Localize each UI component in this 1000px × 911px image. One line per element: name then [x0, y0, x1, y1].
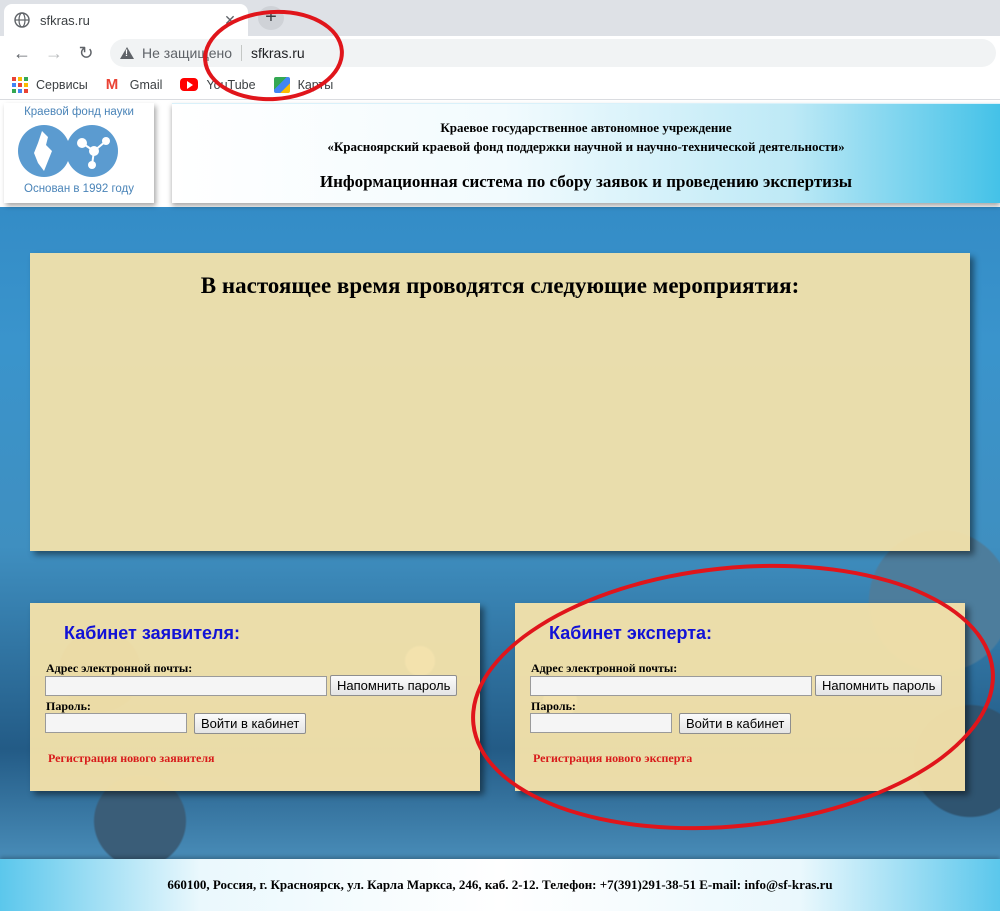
- bookmark-maps[interactable]: Карты: [273, 76, 334, 93]
- site-footer: 660100, Россия, г. Красноярск, ул. Карла…: [0, 859, 1000, 911]
- bookmark-youtube[interactable]: YouTube: [180, 77, 256, 92]
- header-banner: Краевое государственное автономное учреж…: [172, 103, 1000, 203]
- close-icon[interactable]: ✕: [222, 12, 238, 29]
- expert-cabinet-title: Кабинет эксперта:: [549, 623, 713, 643]
- bookmark-label: YouTube: [206, 77, 256, 92]
- address-bar[interactable]: Не защищено sfkras.ru: [110, 39, 996, 67]
- applicant-login-button[interactable]: Войти в кабинет: [194, 713, 307, 734]
- tab-strip: sfkras.ru ✕ +: [0, 0, 1000, 36]
- bookmark-label: Сервисы: [36, 77, 88, 92]
- globe-icon: [14, 12, 30, 28]
- applicant-email-label: Адрес электронной почты:: [46, 661, 193, 675]
- back-arrow-icon[interactable]: ←: [6, 39, 38, 67]
- expert-cabinet: Кабинет эксперта: Адрес электронной почт…: [515, 603, 965, 791]
- security-status[interactable]: Не защищено: [142, 45, 232, 61]
- browser-tab[interactable]: sfkras.ru ✕: [4, 4, 248, 36]
- reload-icon[interactable]: ↻: [70, 39, 102, 67]
- warning-icon[interactable]: [120, 47, 134, 59]
- register-expert-link[interactable]: Регистрация нового эксперта: [533, 751, 692, 766]
- footer-contacts: 660100, Россия, г. Красноярск, ул. Карла…: [167, 877, 833, 892]
- new-tab-button[interactable]: +: [258, 6, 284, 30]
- bookmark-label: Gmail: [129, 77, 163, 92]
- applicant-password-label: Пароль:: [46, 699, 91, 713]
- register-applicant-link[interactable]: Регистрация нового заявителя: [48, 751, 215, 766]
- bookmark-gmail[interactable]: M Gmail: [105, 75, 163, 93]
- forward-arrow-icon[interactable]: →: [38, 39, 70, 67]
- logo-top-text: Краевой фонд науки: [24, 106, 134, 118]
- applicant-cabinet-title: Кабинет заявителя:: [64, 623, 240, 643]
- page-content: Краевой фонд науки Основан в 1992 году К…: [0, 101, 1000, 911]
- gmail-icon: M: [105, 75, 119, 93]
- browser-toolbar: ← → ↻ Не защищено sfkras.ru: [0, 36, 1000, 70]
- expert-login-button[interactable]: Войти в кабинет: [679, 713, 792, 734]
- bookmark-services[interactable]: Сервисы: [12, 76, 88, 93]
- expert-remind-password-button[interactable]: Напомнить пароль: [815, 675, 943, 696]
- events-panel: В настоящее время проводятся следующие м…: [30, 253, 970, 551]
- logo[interactable]: Краевой фонд науки Основан в 1992 году: [4, 103, 154, 203]
- expert-password-input[interactable]: [530, 713, 672, 733]
- site-header: Краевой фонд науки Основан в 1992 году К…: [0, 101, 1000, 207]
- applicant-password-input[interactable]: [45, 713, 187, 733]
- region-shape-icon: [34, 131, 52, 171]
- applicant-remind-password-button[interactable]: Напомнить пароль: [330, 675, 458, 696]
- tab-title: sfkras.ru: [40, 12, 90, 28]
- apps-grid-icon: [12, 76, 28, 93]
- expert-email-input[interactable]: [530, 676, 812, 696]
- expert-password-label: Пароль:: [531, 699, 576, 713]
- youtube-icon: [180, 78, 199, 91]
- org-name: «Красноярский краевой фонд поддержки нау…: [327, 139, 845, 154]
- applicant-cabinet: Кабинет заявителя: Адрес электронной поч…: [30, 603, 480, 791]
- expert-email-label: Адрес электронной почты:: [531, 661, 678, 675]
- org-type: Краевое государственное автономное учреж…: [440, 120, 732, 135]
- bookmarks-bar: Сервисы M Gmail YouTube Карты: [0, 70, 1000, 100]
- logo-bottom-text: Основан в 1992 году: [24, 183, 134, 195]
- events-title: В настоящее время проводятся следующие м…: [200, 273, 800, 298]
- maps-icon: [273, 76, 290, 93]
- system-title: Информационная система по сбору заявок и…: [319, 172, 853, 191]
- omnibox-divider: [241, 45, 242, 61]
- molecule-shape-icon: [77, 137, 110, 169]
- bookmark-label: Карты: [297, 77, 334, 92]
- url-text[interactable]: sfkras.ru: [251, 45, 305, 61]
- applicant-email-input[interactable]: [45, 676, 327, 696]
